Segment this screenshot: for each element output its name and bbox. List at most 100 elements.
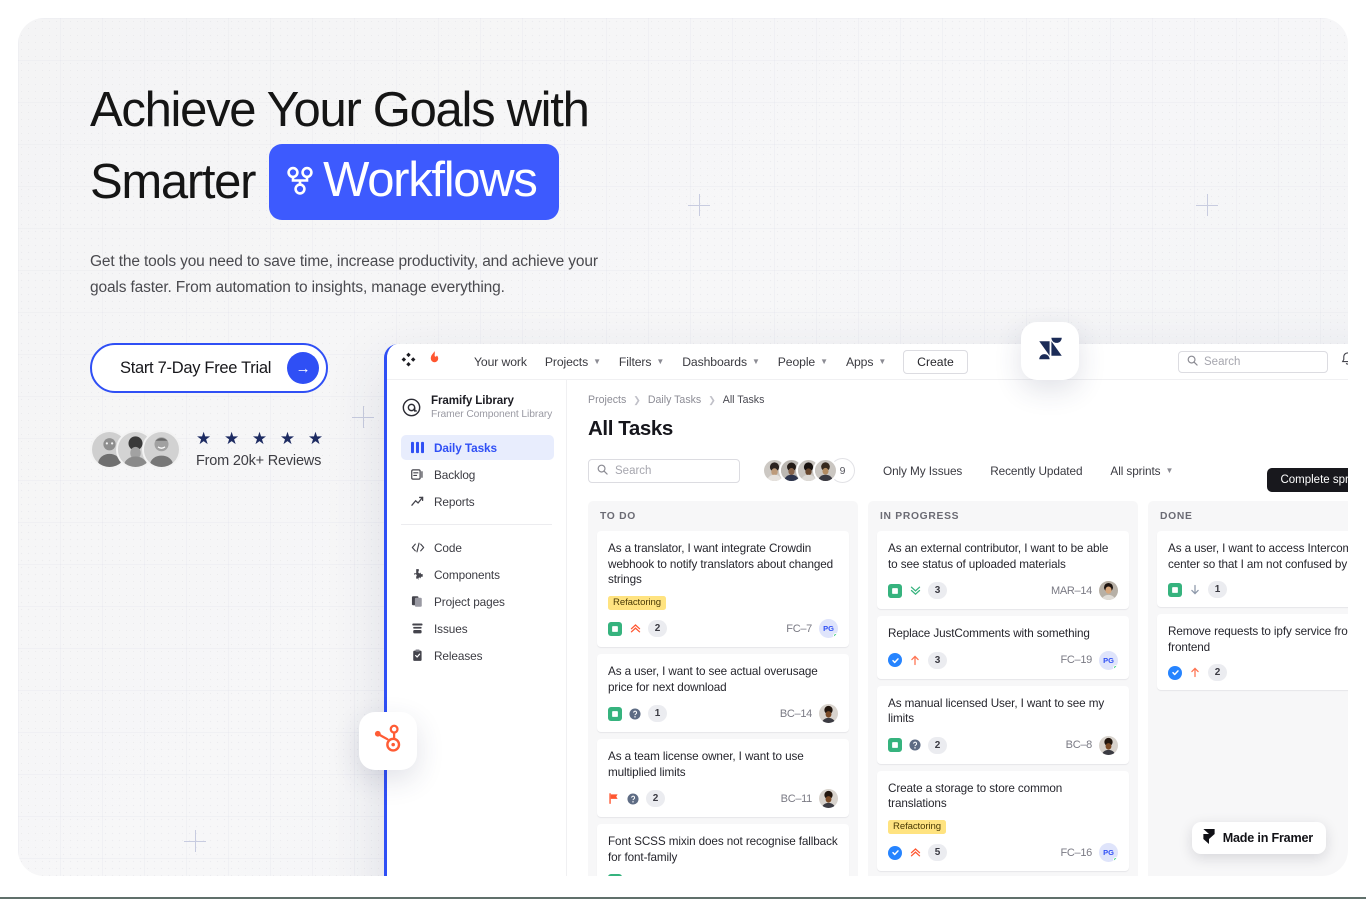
avatar[interactable]: PG <box>1099 650 1118 670</box>
task-title: As manual licensed User, I want to see m… <box>888 696 1105 726</box>
story-points: 2 <box>648 620 667 637</box>
nav-item-dashboards[interactable]: Dashboards ▼ <box>673 351 769 373</box>
project-subtitle: Framer Component Library <box>431 409 553 420</box>
story-type-icon <box>608 706 622 721</box>
task-type-icon <box>1168 665 1182 680</box>
board-toolbar: 9 Only My Issues Recently Updated All sp… <box>588 458 1348 483</box>
presence-dot <box>1113 664 1118 670</box>
board-icon <box>410 440 425 455</box>
priority-unknown-icon <box>909 739 921 751</box>
sidebar-item-backlog[interactable]: Backlog <box>401 462 554 487</box>
task-title: As an external contributor, I want to be… <box>888 542 1109 571</box>
task-card[interactable]: As an external contributor, I want to be… <box>877 531 1129 609</box>
made-in-framer-badge[interactable]: Made in Framer <box>1191 822 1326 854</box>
task-card[interactable]: Replace JustComments with something 3 FC… <box>877 616 1129 679</box>
app-logos <box>401 351 441 372</box>
global-search[interactable] <box>1178 350 1328 373</box>
notifications-bell-icon[interactable] <box>1341 352 1348 371</box>
nav-item-label: Projects <box>544 354 589 369</box>
releases-icon <box>410 648 425 663</box>
filter-recently-updated[interactable]: Recently Updated <box>990 464 1082 478</box>
pages-icon <box>410 594 425 609</box>
avatar[interactable] <box>813 458 838 483</box>
nav-item-people[interactable]: People ▼ <box>769 351 837 373</box>
sidebar-item-issues[interactable]: Issues <box>401 616 554 641</box>
cta-label: Start 7-Day Free Trial <box>120 358 272 377</box>
search-icon <box>597 462 608 480</box>
flame-icon[interactable] <box>428 351 441 372</box>
breadcrumb: Projects ❯ Daily Tasks ❯ All Tasks <box>588 394 1348 406</box>
avatar[interactable] <box>819 704 838 723</box>
board-column-done: DONE As a user, I want to access Interco… <box>1148 501 1348 876</box>
avatar[interactable] <box>1099 581 1118 600</box>
board-search-input[interactable] <box>615 464 731 477</box>
reviews-count-label: From 20k+ Reviews <box>196 452 322 469</box>
nav-item-your-work[interactable]: Your work <box>465 351 536 373</box>
start-free-trial-button[interactable]: Start 7-Day Free Trial → <box>90 343 329 393</box>
presence-dot <box>1113 857 1118 862</box>
page-root: Achieve Your Goals with Smarter Workflow… <box>0 0 1366 899</box>
sidebar-item-project-pages[interactable]: Project pages <box>401 589 554 614</box>
task-title: As a user, I want to see actual overusag… <box>608 665 818 694</box>
story-points: 3 <box>928 582 947 599</box>
story-points: 1 <box>1208 581 1227 598</box>
board-member-avatars: 9 <box>762 458 855 483</box>
breadcrumb-item-projects[interactable]: Projects <box>588 394 626 406</box>
task-title: Font SCSS mixin does not recognise fallb… <box>608 835 838 864</box>
jira-logo-icon[interactable] <box>401 352 416 372</box>
task-tag: Refactoring <box>608 595 666 610</box>
board-search[interactable] <box>588 458 740 483</box>
zendesk-app-badge[interactable] <box>1021 322 1079 380</box>
task-title: Create a storage to store common transla… <box>888 781 1063 811</box>
project-header[interactable]: Framify Library Framer Component Library <box>401 394 554 420</box>
global-search-input[interactable] <box>1204 355 1319 368</box>
task-card[interactable]: As a user, I want to see actual overusag… <box>597 654 849 732</box>
task-card[interactable]: As a translator, I want integrate Crowdi… <box>597 531 849 647</box>
hero-card: Achieve Your Goals with Smarter Workflow… <box>18 18 1348 876</box>
avatar[interactable]: PG <box>819 619 838 638</box>
nav-item-apps[interactable]: Apps ▼ <box>837 351 895 373</box>
hubspot-app-badge[interactable] <box>359 712 417 770</box>
workflow-node-icon <box>287 150 313 211</box>
filter-all-sprints[interactable]: All sprints ▼ <box>1110 464 1173 478</box>
task-footer: 2 BC–8 <box>888 735 1118 755</box>
avatar[interactable] <box>819 789 838 808</box>
chevron-down-icon: ▼ <box>878 357 887 366</box>
task-footer: 3 MAR–14 <box>888 581 1118 600</box>
nav-item-filters[interactable]: Filters ▼ <box>610 351 673 373</box>
nav-item-projects[interactable]: Projects ▼ <box>536 351 610 373</box>
task-card[interactable]: As a user, I want to access Intercom hel… <box>1157 531 1348 607</box>
task-title: As a user, I want to access Intercom hel… <box>1168 542 1348 571</box>
puzzle-icon <box>410 567 425 582</box>
story-points: 3 <box>928 651 947 669</box>
task-card[interactable]: Create a storage to store common transla… <box>877 770 1129 871</box>
zendesk-logo-icon <box>1037 335 1064 367</box>
task-card[interactable]: Remove requests to ipfy service from fro… <box>1157 614 1348 690</box>
avatar[interactable] <box>1099 735 1118 755</box>
avatar[interactable]: PG <box>1099 843 1118 862</box>
task-card[interactable]: As manual licensed User, I want to see m… <box>877 685 1129 764</box>
sidebar-item-releases[interactable]: Releases <box>401 643 554 668</box>
create-button[interactable]: Create <box>903 349 968 374</box>
task-key: BC–11 <box>780 792 813 805</box>
task-card[interactable]: Font SCSS mixin does not recognise fallb… <box>597 824 849 876</box>
sidebar-item-label: Backlog <box>434 467 476 482</box>
sidebar-item-daily-tasks[interactable]: Daily Tasks <box>401 435 554 460</box>
task-key: FC–7 <box>786 622 812 635</box>
task-card[interactable]: As a team license owner, I want to use m… <box>597 739 849 817</box>
sidebar-item-reports[interactable]: Reports <box>401 489 554 514</box>
column-title: DONE <box>1160 511 1193 522</box>
sidebar-item-components[interactable]: Components <box>401 562 554 587</box>
column-title: IN PROGRESS <box>880 511 960 522</box>
story-points: 2 <box>646 790 665 807</box>
priority-unknown-icon <box>627 792 639 805</box>
filter-label: All sprints <box>1110 463 1161 478</box>
backlog-icon <box>410 467 425 482</box>
breadcrumb-item-daily-tasks[interactable]: Daily Tasks <box>648 394 701 406</box>
complete-sprint-button[interactable]: Complete sprint <box>1267 468 1348 492</box>
filter-only-my-issues[interactable]: Only My Issues <box>883 464 962 478</box>
sidebar-item-code[interactable]: Code <box>401 535 554 560</box>
task-footer: 1 BC–14 <box>608 704 838 723</box>
page-title: Achieve Your Goals with Smarter Workflow… <box>90 80 710 220</box>
column-title: TO DO <box>600 511 636 522</box>
